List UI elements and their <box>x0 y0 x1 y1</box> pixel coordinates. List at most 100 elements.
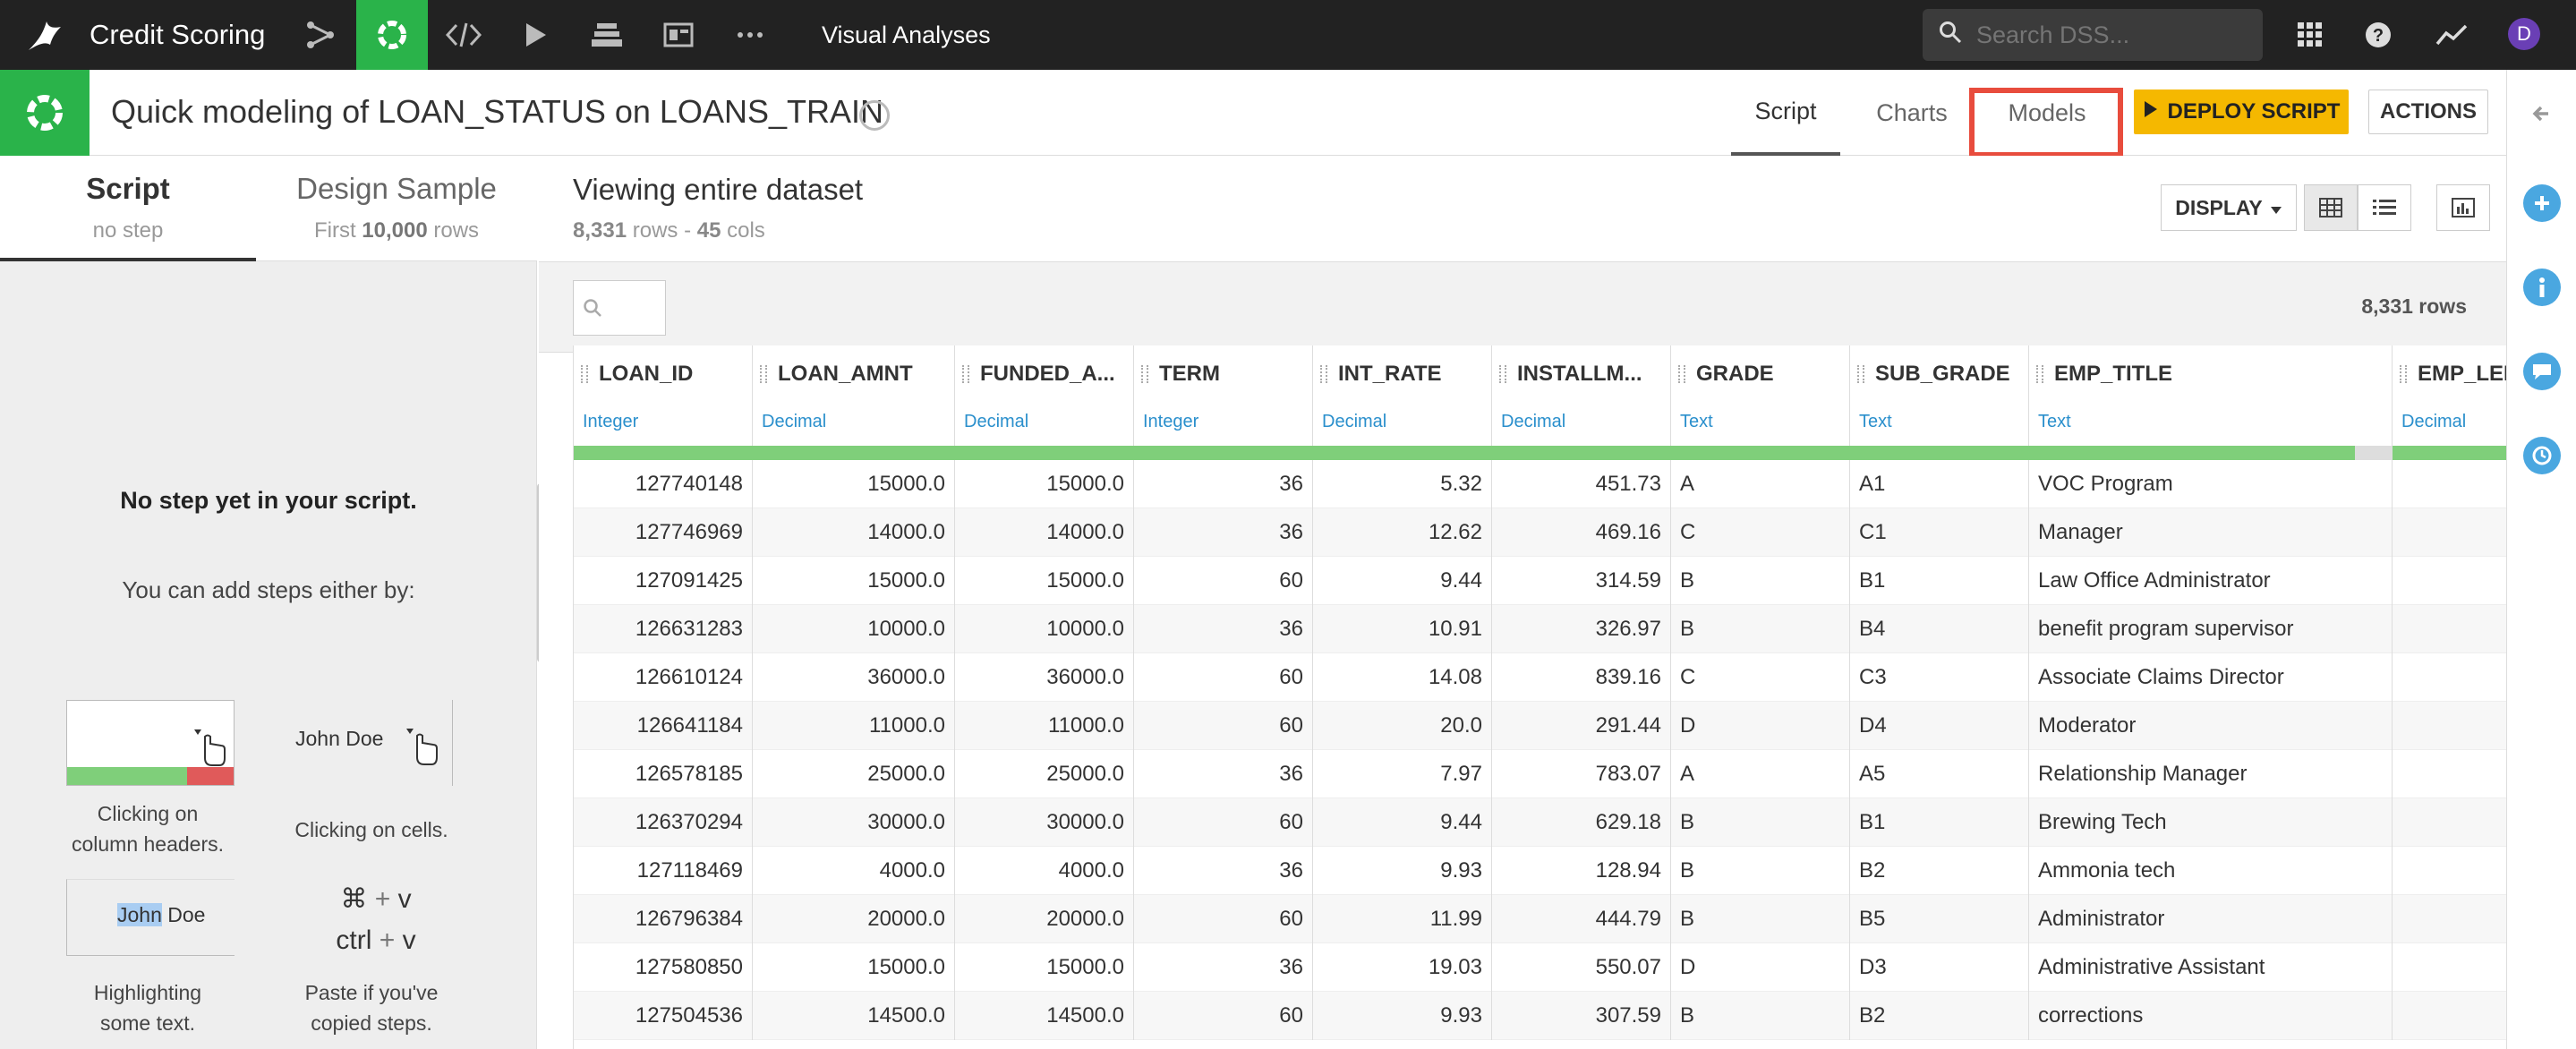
current-section[interactable]: Visual Analyses <box>822 14 991 55</box>
table-cell[interactable]: C <box>1671 653 1850 702</box>
list-view-toggle[interactable] <box>2358 184 2411 231</box>
table-cell[interactable]: A <box>1671 750 1850 798</box>
column-type[interactable]: Text <box>2038 412 2071 432</box>
table-cell[interactable]: B2 <box>1850 847 2029 895</box>
column-header[interactable]: LOAN_AMNT Decimal <box>753 345 955 446</box>
table-cell[interactable]: C1 <box>1850 508 2029 557</box>
drag-grip-icon[interactable] <box>2036 365 2043 383</box>
table-cell[interactable]: 15000.0 <box>955 943 1134 992</box>
info-icon[interactable] <box>2523 269 2561 306</box>
drag-grip-icon[interactable] <box>1320 365 1327 383</box>
more-icon[interactable] <box>714 0 786 70</box>
discussion-icon[interactable] <box>2523 353 2561 390</box>
column-header[interactable]: EMP_LEI Decimal <box>2393 345 2506 446</box>
column-header[interactable]: LOAN_ID Integer <box>574 345 753 446</box>
dashboard-icon[interactable] <box>643 0 714 70</box>
table-cell[interactable]: 30000.0 <box>955 798 1134 847</box>
table-cell[interactable]: 10000.0 <box>955 605 1134 653</box>
drag-grip-icon[interactable] <box>1857 365 1864 383</box>
table-cell[interactable]: 15000.0 <box>753 557 955 605</box>
table-cell[interactable]: 14000.0 <box>955 508 1134 557</box>
column-type[interactable]: Decimal <box>1501 412 1565 432</box>
table-cell[interactable]: 7.97 <box>1313 750 1492 798</box>
table-cell[interactable]: 14.08 <box>1313 653 1492 702</box>
table-cell[interactable]: C <box>1671 508 1850 557</box>
table-cell[interactable]: Ammonia tech <box>2029 847 2393 895</box>
table-cell[interactable]: 4000.0 <box>753 847 955 895</box>
code-icon[interactable] <box>428 0 499 70</box>
help-icon[interactable]: ? <box>2359 16 2397 54</box>
drag-grip-icon[interactable] <box>962 365 969 383</box>
table-cell[interactable]: 19.03 <box>1313 943 1492 992</box>
table-cell[interactable]: B <box>1671 798 1850 847</box>
column-type[interactable]: Decimal <box>2401 412 2466 432</box>
table-cell[interactable]: 839.16 <box>1492 653 1671 702</box>
table-cell[interactable]: Associate Claims Director <box>2029 653 2393 702</box>
table-cell[interactable]: 5.32 <box>1313 460 1492 508</box>
table-cell[interactable]: 9.44 <box>1313 557 1492 605</box>
table-cell[interactable]: 60 <box>1134 798 1313 847</box>
analysis-icon[interactable] <box>356 0 428 70</box>
table-cell[interactable]: B2 <box>1850 992 2029 1040</box>
table-cell[interactable] <box>2393 847 2506 895</box>
table-cell[interactable]: 12.62 <box>1313 508 1492 557</box>
table-cell[interactable]: 291.44 <box>1492 702 1671 750</box>
column-type[interactable]: Decimal <box>762 412 826 432</box>
table-cell[interactable]: 127580850 <box>574 943 753 992</box>
table-cell[interactable]: 127740148 <box>574 460 753 508</box>
table-cell[interactable]: 15000.0 <box>955 557 1134 605</box>
table-cell[interactable]: D4 <box>1850 702 2029 750</box>
table-cell[interactable]: B <box>1671 847 1850 895</box>
table-cell[interactable]: 127118469 <box>574 847 753 895</box>
deploy-script-button[interactable]: DEPLOY SCRIPT <box>2134 90 2349 134</box>
column-header[interactable]: SUB_GRADE Text <box>1850 345 2029 446</box>
table-cell[interactable] <box>2393 992 2506 1040</box>
table-cell[interactable]: 4000.0 <box>955 847 1134 895</box>
column-type[interactable]: Text <box>1680 412 1713 432</box>
datasets-icon[interactable] <box>571 0 643 70</box>
column-type[interactable]: Integer <box>1143 412 1198 432</box>
table-cell[interactable]: B1 <box>1850 798 2029 847</box>
table-cell[interactable]: 314.59 <box>1492 557 1671 605</box>
table-cell[interactable]: benefit program supervisor <box>2029 605 2393 653</box>
table-cell[interactable]: 126631283 <box>574 605 753 653</box>
table-cell[interactable]: 36 <box>1134 847 1313 895</box>
table-cell[interactable]: 20000.0 <box>753 895 955 943</box>
tab-design-sample[interactable]: Design Sample First 10,000 rows <box>269 156 525 261</box>
dss-bird-logo-icon[interactable] <box>25 14 70 55</box>
table-cell[interactable]: Administrator <box>2029 895 2393 943</box>
table-cell[interactable]: 469.16 <box>1492 508 1671 557</box>
table-cell[interactable]: 20000.0 <box>955 895 1134 943</box>
table-cell[interactable]: C3 <box>1850 653 2029 702</box>
table-cell[interactable]: B <box>1671 557 1850 605</box>
table-cell[interactable]: A <box>1671 460 1850 508</box>
column-header[interactable]: TERM Integer <box>1134 345 1313 446</box>
table-cell[interactable]: 60 <box>1134 653 1313 702</box>
table-cell[interactable]: A5 <box>1850 750 2029 798</box>
drag-grip-icon[interactable] <box>1141 365 1148 383</box>
table-cell[interactable]: Brewing Tech <box>2029 798 2393 847</box>
table-cell[interactable]: 60 <box>1134 702 1313 750</box>
actions-button[interactable]: ACTIONS <box>2368 90 2488 134</box>
table-cell[interactable]: Manager <box>2029 508 2393 557</box>
table-cell[interactable]: 126370294 <box>574 798 753 847</box>
column-header[interactable]: EMP_TITLE Text <box>2029 345 2393 446</box>
table-cell[interactable] <box>2393 557 2506 605</box>
drag-grip-icon[interactable] <box>1499 365 1506 383</box>
tab-script-steps[interactable]: Script no step <box>0 156 256 261</box>
table-cell[interactable]: 783.07 <box>1492 750 1671 798</box>
table-view-toggle[interactable] <box>2304 184 2358 231</box>
table-cell[interactable]: 126610124 <box>574 653 753 702</box>
flow-icon[interactable] <box>285 0 356 70</box>
table-cell[interactable]: 36000.0 <box>955 653 1134 702</box>
table-cell[interactable]: 36 <box>1134 750 1313 798</box>
table-cell[interactable]: 15000.0 <box>753 943 955 992</box>
table-cell[interactable]: Relationship Manager <box>2029 750 2393 798</box>
table-cell[interactable]: 127746969 <box>574 508 753 557</box>
table-cell[interactable] <box>2393 943 2506 992</box>
table-cell[interactable]: 36 <box>1134 508 1313 557</box>
table-cell[interactable]: 36000.0 <box>753 653 955 702</box>
table-cell[interactable]: 128.94 <box>1492 847 1671 895</box>
table-cell[interactable]: 629.18 <box>1492 798 1671 847</box>
table-cell[interactable]: 127091425 <box>574 557 753 605</box>
